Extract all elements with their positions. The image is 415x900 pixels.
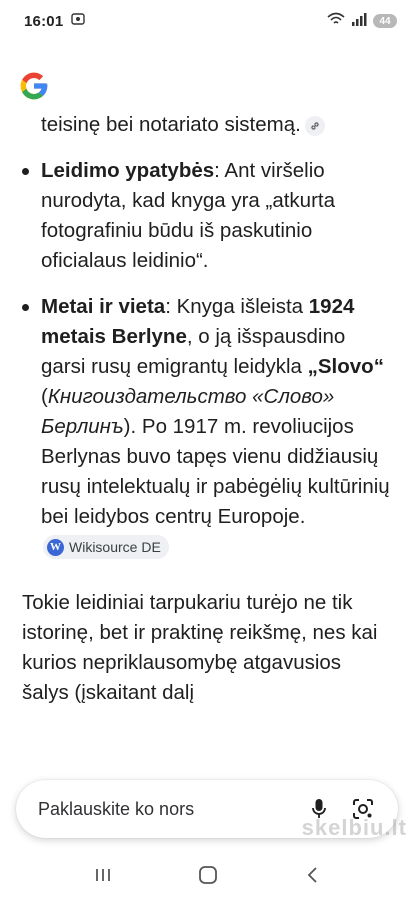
bullet-list: teisinę bei notariato sistemą. Leidimo y…	[0, 110, 415, 562]
bullet-bold: „Slovo“	[307, 355, 384, 378]
back-button[interactable]	[293, 855, 333, 895]
source-link-button[interactable]	[304, 115, 325, 136]
recent-apps-icon	[95, 869, 110, 881]
bullet-title: Metai ir vieta	[41, 295, 166, 318]
wifi-icon	[327, 12, 345, 31]
source-chip-button[interactable]: W Wikisource DE	[43, 535, 169, 559]
status-bar: 16:01 44	[0, 0, 415, 42]
list-item: teisinę bei notariato sistemą.	[0, 110, 415, 140]
screen-record-icon	[71, 12, 86, 30]
recent-apps-button[interactable]	[83, 855, 123, 895]
status-time: 16:01	[24, 12, 64, 30]
search-input[interactable]: Paklauskite ko nors	[38, 799, 290, 820]
watermark: skelbiu.lt	[301, 815, 407, 840]
link-icon	[311, 121, 319, 130]
list-item: Leidimo ypatybės: Ant viršelio nurodyta,…	[0, 156, 415, 276]
home-button[interactable]	[188, 855, 228, 895]
status-right: 44	[327, 12, 397, 31]
signal-icon	[351, 12, 367, 31]
bullet-text: teisinę bei notariato sistemą.	[41, 113, 301, 136]
answer-content[interactable]: teisinę bei notariato sistemą. Leidimo y…	[0, 40, 415, 780]
content-fade-overlay	[0, 700, 415, 780]
wikisource-icon: W	[47, 538, 64, 556]
status-left: 16:01	[24, 12, 86, 30]
navigation-bar	[0, 850, 415, 900]
battery-icon: 44	[373, 14, 397, 28]
bullet-text: (	[41, 385, 48, 408]
bullet-text: : Knyga išleista	[165, 295, 309, 318]
answer-paragraph: Tokie leidiniai tarpukariu turėjo ne tik…	[22, 591, 378, 704]
bullet-title: Leidimo ypatybės	[41, 159, 215, 182]
list-item: Metai ir vieta: Knyga išleista 1924 meta…	[0, 292, 415, 562]
source-chip-label: Wikisource DE	[69, 539, 161, 555]
answer-content-inner: teisinę bei notariato sistemą. Leidimo y…	[0, 110, 415, 708]
back-icon	[307, 867, 317, 883]
home-icon	[198, 866, 217, 884]
